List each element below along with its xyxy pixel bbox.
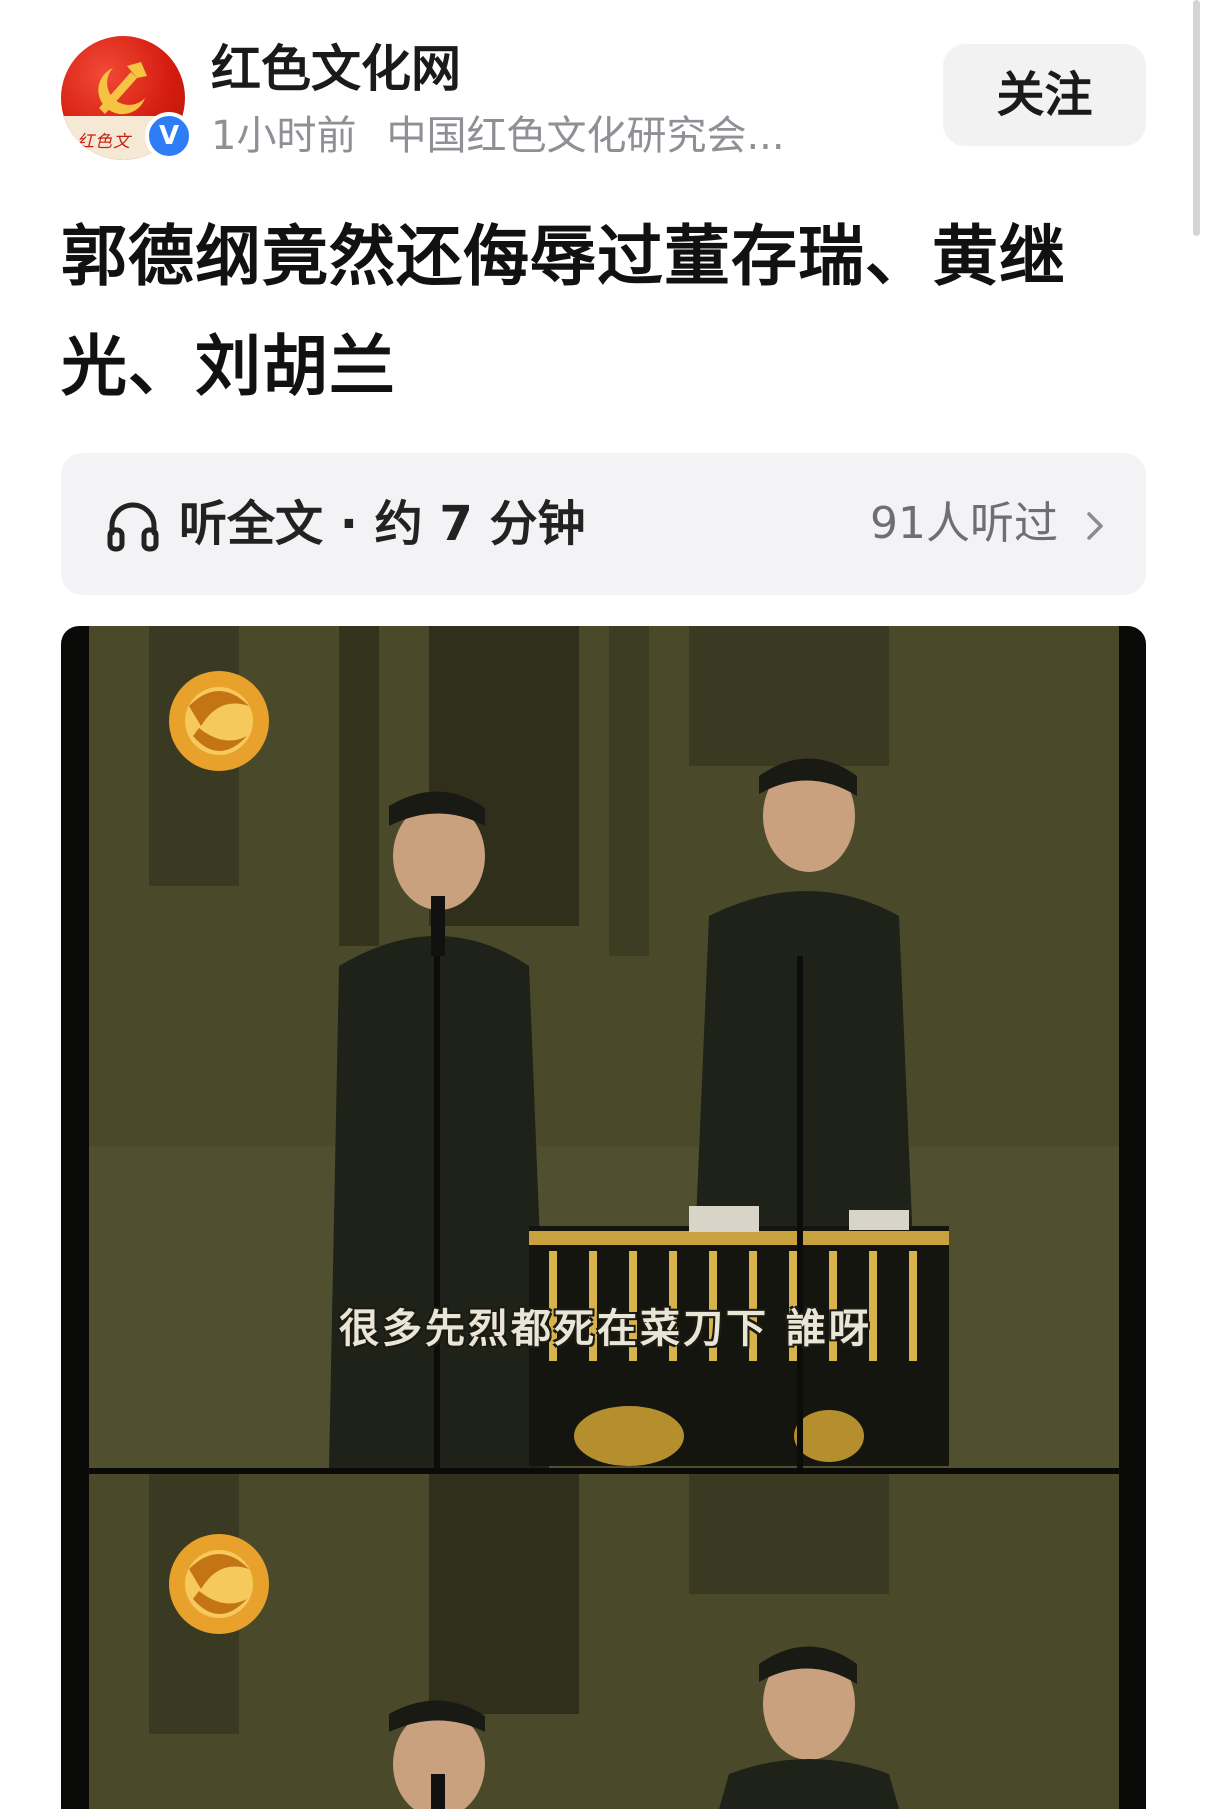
stage-scene-2: [89, 1474, 1119, 1809]
video-frame-2: [89, 1474, 1119, 1809]
chevron-right-icon: [1087, 512, 1103, 540]
post-time: 1小时前: [211, 113, 357, 159]
article-image[interactable]: 很多先烈都死在菜刀下 誰呀: [61, 626, 1146, 1809]
video-subtitle: 很多先烈都死在菜刀下 誰呀: [339, 1306, 872, 1352]
listen-label: 听全文 · 约 7 分钟: [179, 496, 586, 552]
scrollbar[interactable]: [1193, 0, 1200, 236]
listen-full-text-bar[interactable]: 听全文 · 约 7 分钟 91人听过: [61, 453, 1146, 595]
author-name[interactable]: 红色文化网: [211, 36, 461, 102]
author-org: 中国红色文化研究会...: [386, 113, 785, 159]
author-header: 红色文 V 红色文化网 1小时前 中国红色文化研究会... 关注: [61, 36, 1146, 160]
video-frame: 很多先烈都死在菜刀下 誰呀: [89, 626, 1119, 1468]
verified-badge-icon: V: [145, 112, 193, 160]
author-meta: 1小时前 中国红色文化研究会...: [211, 108, 951, 164]
phoenix-logo-icon: [169, 671, 269, 771]
party-emblem-icon: [98, 62, 147, 115]
avatar-script-text: 红色文: [77, 132, 131, 152]
phoenix-logo-icon-2: [169, 1534, 269, 1634]
article-page: 红色文 V 红色文化网 1小时前 中国红色文化研究会... 关注 郭德纲竟然还侮辱…: [0, 0, 1206, 1809]
article-title: 郭德纲竟然还侮辱过董存瑞、黄继光、刘胡兰: [61, 218, 1066, 405]
headphones-icon: [107, 502, 159, 552]
follow-button[interactable]: 关注: [943, 44, 1146, 146]
listen-count: 91人听过: [870, 498, 1058, 549]
